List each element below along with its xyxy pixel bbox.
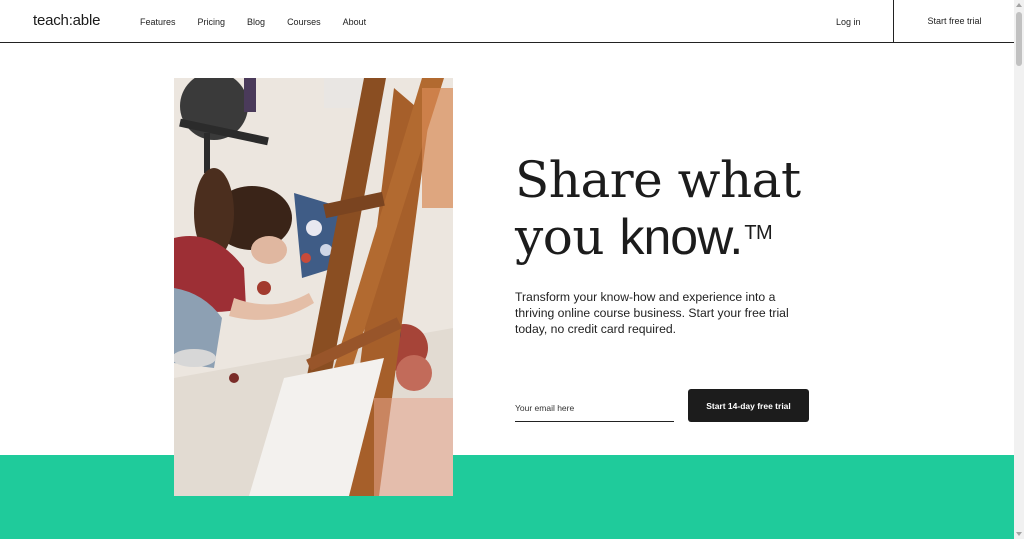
headline-know: know.	[619, 209, 743, 265]
headline-line-1: Share what	[515, 151, 801, 209]
nav-link-about[interactable]: About	[343, 17, 367, 27]
vertical-scrollbar[interactable]	[1014, 0, 1024, 539]
login-link[interactable]: Log in	[836, 17, 861, 27]
scrollbar-thumb[interactable]	[1016, 12, 1022, 66]
teachable-logo[interactable]: teach:able	[33, 12, 100, 29]
headline-line-2: you know. TM	[515, 209, 801, 266]
start-14-day-trial-button[interactable]: Start 14-day free trial	[688, 389, 809, 422]
start-free-trial-button[interactable]: Start free trial	[893, 0, 1015, 42]
hero-photo-artist-painting	[174, 78, 453, 496]
hero-headline: Share what you know. TM	[515, 152, 801, 266]
headline-you: you	[515, 208, 620, 266]
nav-link-features[interactable]: Features	[140, 17, 176, 27]
hero-subtext: Transform your know-how and experience i…	[515, 290, 789, 336]
scroll-up-arrow-icon[interactable]	[1016, 3, 1022, 7]
trademark-symbol: TM	[744, 222, 773, 244]
email-input[interactable]	[515, 395, 674, 422]
scroll-down-arrow-icon[interactable]	[1016, 532, 1022, 536]
green-band	[0, 455, 1014, 539]
nav-link-blog[interactable]: Blog	[247, 17, 265, 27]
nav-links: Features Pricing Blog Courses About	[140, 17, 388, 27]
hero-photo-illustration	[174, 78, 453, 496]
nav-link-courses[interactable]: Courses	[287, 17, 321, 27]
nav-link-pricing[interactable]: Pricing	[198, 17, 226, 27]
top-nav: teach:able Features Pricing Blog Courses…	[0, 0, 1014, 43]
